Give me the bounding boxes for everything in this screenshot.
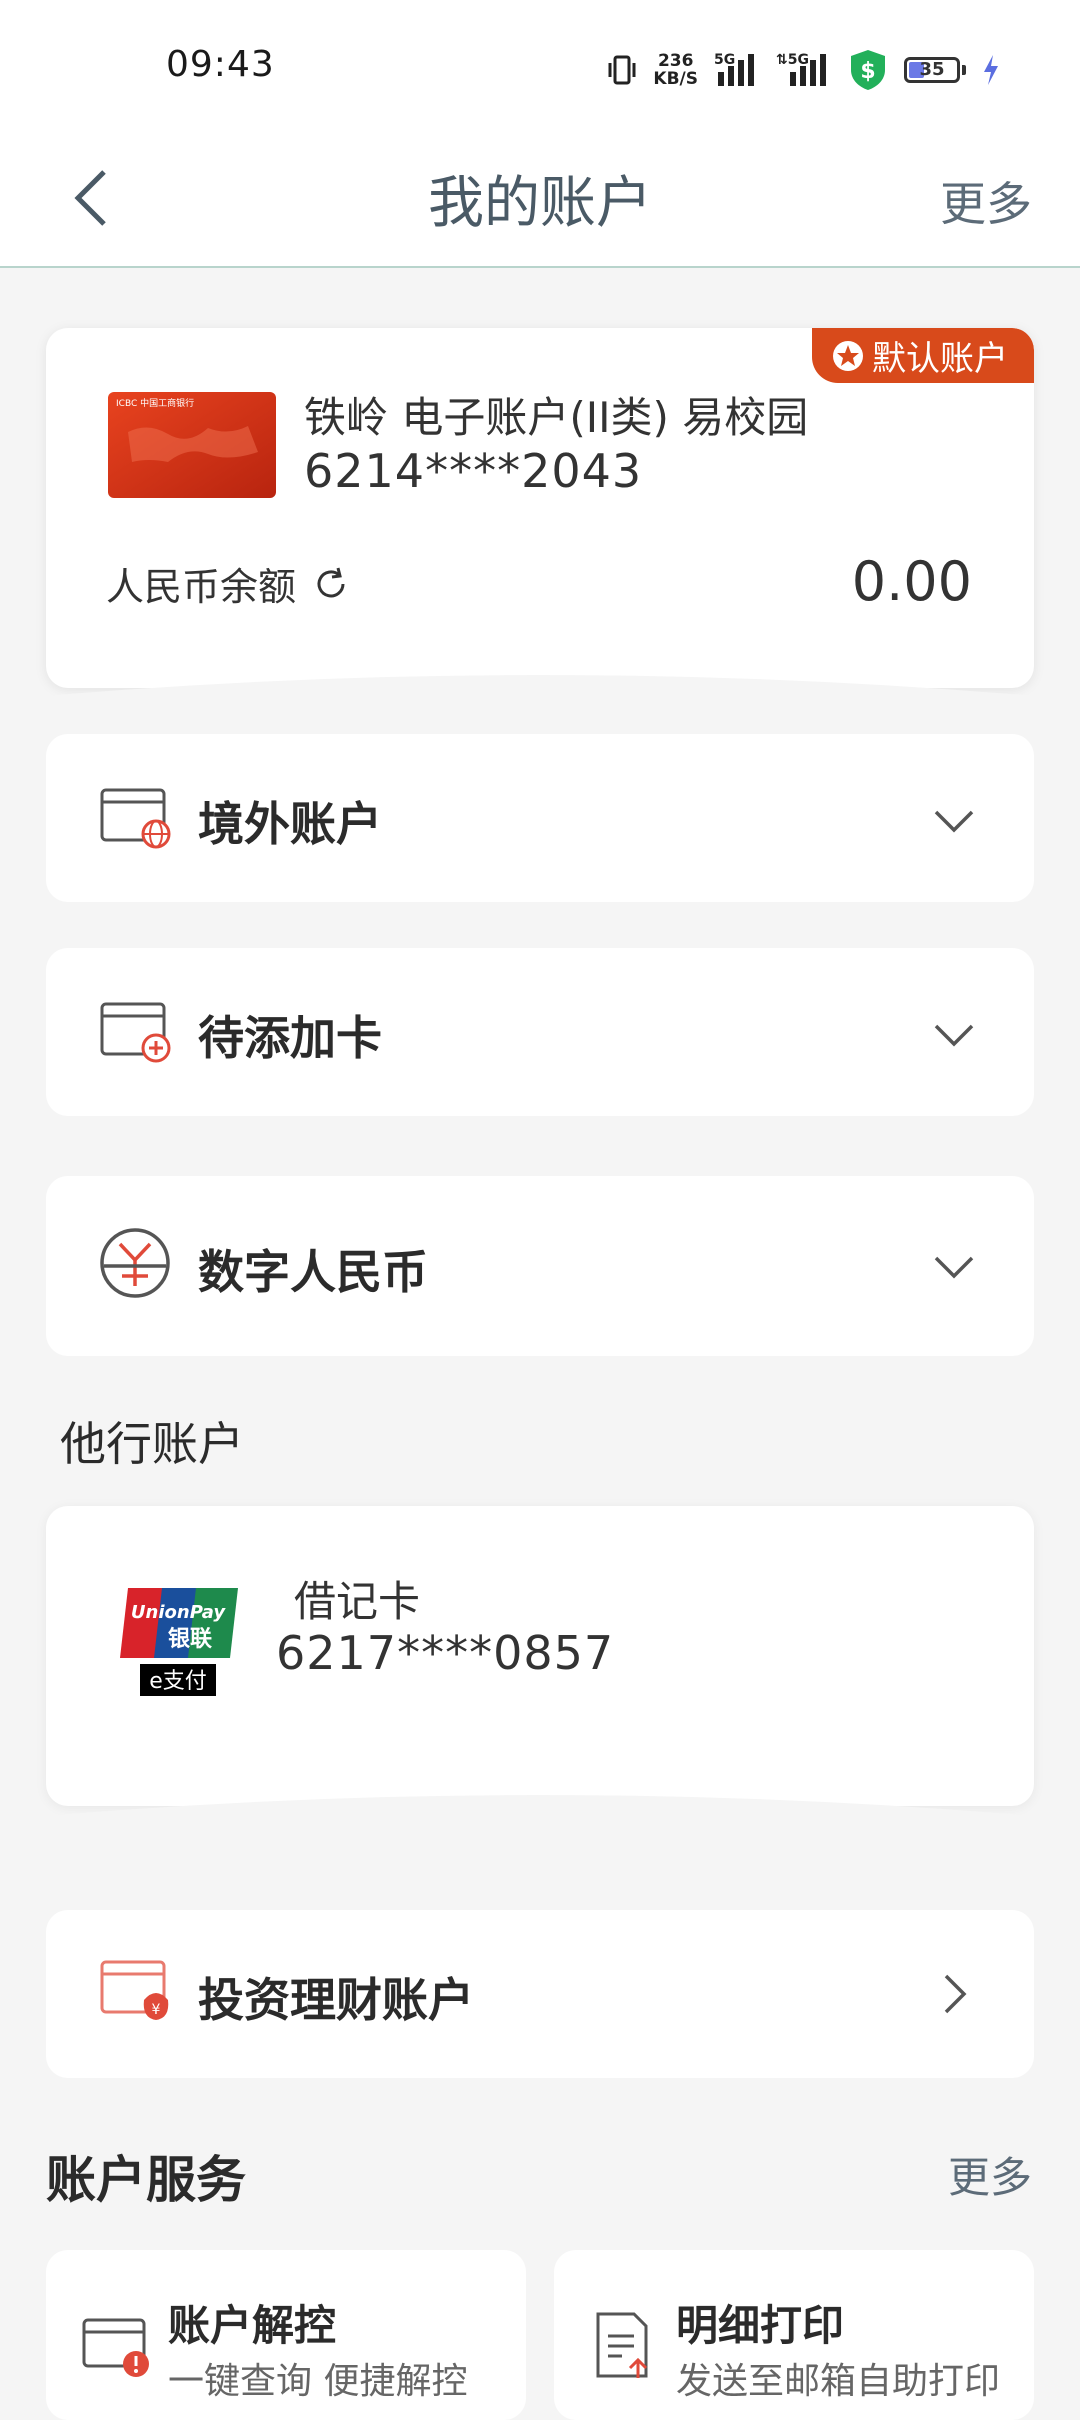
chevron-down-icon[interactable] [932, 800, 976, 844]
section-digital-rmb[interactable]: 数字人民币 [46, 1176, 1034, 1356]
star-icon [833, 340, 863, 371]
service-statement-print[interactable]: 明细打印 发送至邮箱自助打印 [554, 2250, 1034, 2420]
other-card-number: 6217****0857 [276, 1626, 615, 1680]
signal-5g-icon: 5G [714, 52, 754, 86]
header: 我的账户 更多 [0, 130, 1080, 268]
chevron-right-icon[interactable] [932, 1972, 976, 2016]
section-label: 待添加卡 [198, 1011, 382, 1065]
document-print-icon [596, 2312, 648, 2378]
account-services-title: 账户服务 [46, 2151, 246, 2209]
balance-label: 人民币余额 [106, 556, 350, 611]
vibrate-icon [608, 55, 636, 85]
icbc-card-image: ICBC 中国工商银行 [108, 392, 276, 498]
section-overseas-accounts[interactable]: 境外账户 [46, 734, 1034, 902]
balance-value: 0.00 [851, 550, 972, 613]
card-add-icon [100, 1002, 171, 1063]
status-time: 09:43 [166, 44, 275, 85]
section-label: 数字人民币 [198, 1245, 428, 1299]
status-bar: 09:43 236 KB/S 5G ⇅5G $ 35 [0, 0, 1080, 130]
account-services-more-button[interactable]: 更多 [948, 2144, 1032, 2205]
service-title: 账户解控 [168, 2301, 337, 2350]
other-bank-title: 他行账户 [60, 1417, 244, 1471]
service-subtitle: 发送至邮箱自助打印 [676, 2361, 1001, 2402]
digital-rmb-icon [100, 1228, 170, 1298]
svg-text:ICBC 中国工商银行: ICBC 中国工商银行 [116, 397, 194, 409]
svg-text:¥: ¥ [152, 2002, 161, 2018]
header-more-button[interactable]: 更多 [940, 168, 1032, 234]
card-globe-icon [100, 788, 171, 849]
status-icons: 236 KB/S 5G ⇅5G $ 35 [607, 48, 1000, 92]
refresh-icon[interactable] [312, 565, 350, 603]
other-bank-card[interactable]: UnionPay 银联 e支付 借记卡 6217****0857 [46, 1506, 1034, 1806]
account-name: 铁岭 电子账户(II类) 易校园 [304, 393, 809, 442]
section-pending-cards[interactable]: 待添加卡 [46, 948, 1034, 1116]
charging-icon [984, 55, 998, 85]
svg-text:5G: 5G [714, 52, 735, 68]
other-card-type: 借记卡 [294, 1577, 421, 1626]
network-speed: 236 KB/S [653, 51, 698, 89]
svg-text:e支付: e支付 [149, 1669, 207, 1694]
signal-5g-icon: ⇅5G [776, 52, 826, 86]
service-subtitle: 一键查询 便捷解控 [168, 2361, 468, 2402]
chevron-down-icon[interactable] [932, 1246, 976, 1290]
svg-text:⇅5G: ⇅5G [776, 52, 809, 68]
svg-text:$: $ [860, 59, 875, 84]
chevron-down-icon[interactable] [932, 1014, 976, 1058]
page-title: 我的账户 [428, 171, 652, 236]
svg-text:UnionPay: UnionPay [131, 1602, 226, 1623]
default-account-card[interactable]: 默认账户 ICBC 中国工商银行 铁岭 电子账户(II类) 易校园 6214**… [46, 328, 1034, 688]
service-account-unlock[interactable]: 账户解控 一键查询 便捷解控 [46, 2250, 526, 2420]
investment-label: 投资理财账户 [198, 1973, 474, 2027]
svg-text:银联: 银联 [168, 1627, 212, 1652]
investment-account-row[interactable]: ¥ 投资理财账户 [46, 1910, 1034, 2078]
investment-wallet-icon: ¥ [100, 1960, 169, 2020]
account-number: 6214****2043 [304, 444, 643, 498]
unionpay-logo-icon: UnionPay 银联 e支付 [120, 1588, 238, 1696]
default-account-badge: 默认账户 [812, 328, 1034, 383]
battery-icon: 35 [904, 57, 966, 83]
section-label: 境外账户 [198, 797, 382, 851]
service-title: 明细打印 [676, 2301, 845, 2350]
card-bottom-curve [0, 1795, 1080, 1820]
security-shield-icon: $ [851, 50, 885, 90]
card-bottom-curve [0, 675, 1080, 700]
card-alert-icon [82, 2318, 149, 2377]
